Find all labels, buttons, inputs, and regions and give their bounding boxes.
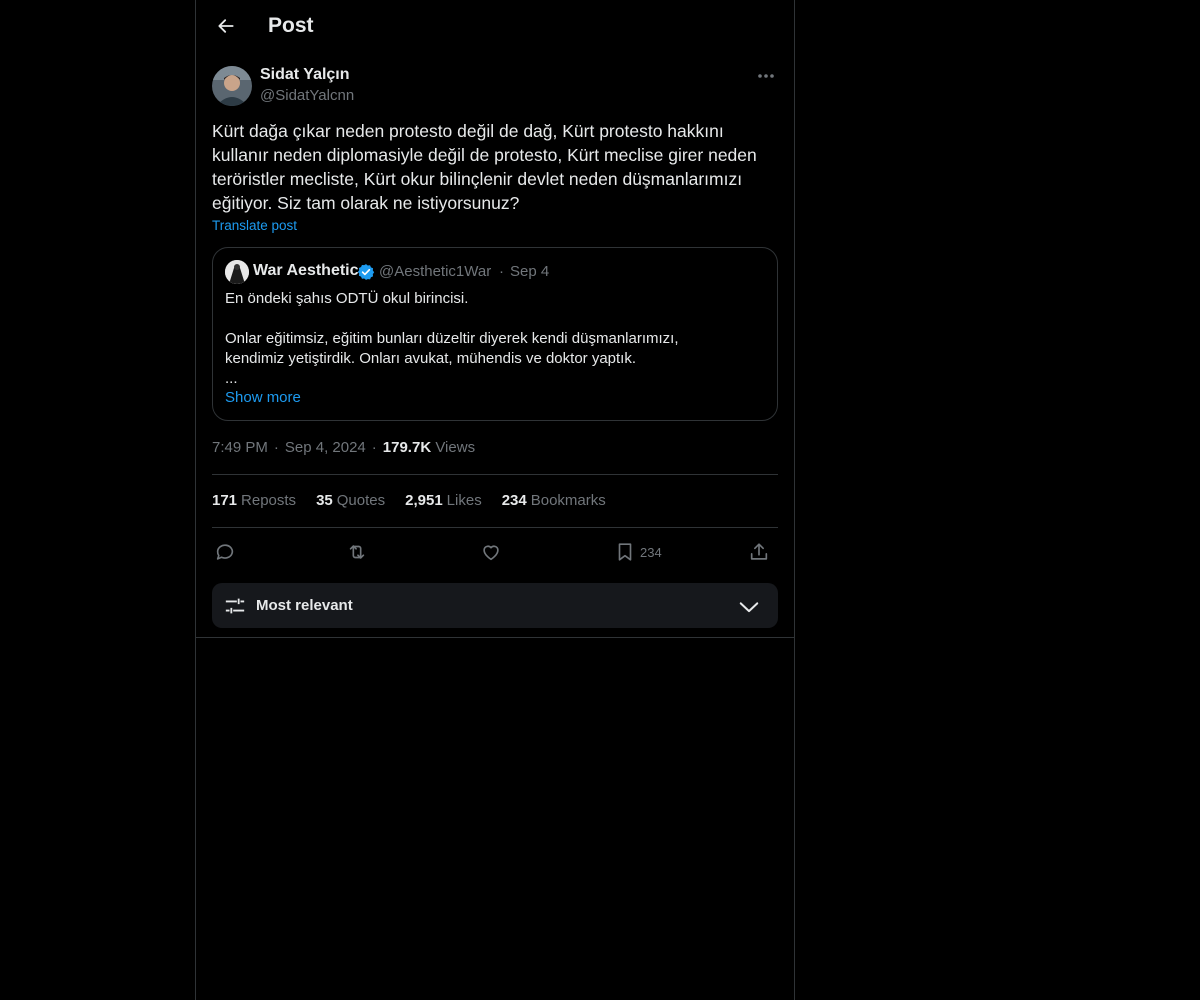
more-options-button[interactable] — [754, 64, 778, 88]
quotes-label: Quotes — [336, 492, 386, 509]
quotes-stat[interactable]: 35 Quotes — [316, 492, 385, 509]
reply-icon — [216, 544, 234, 560]
quoted-post[interactable]: War Aesthetic @Aesthetic1War · Sep 4 En … — [212, 247, 778, 421]
repost-icon — [349, 545, 365, 559]
meta-separator: · — [371, 439, 377, 456]
share-button[interactable] — [748, 536, 770, 568]
author-handle[interactable]: @SidatYalcnn — [260, 87, 354, 104]
likes-label: Likes — [446, 492, 482, 509]
page-title: Post — [268, 14, 314, 37]
post-text: Kürt dağa çıkar neden protesto değil de … — [212, 121, 757, 213]
bookmarks-count: 234 — [501, 492, 527, 509]
post-actions: 234 — [212, 536, 778, 568]
quote-line: kendimiz yetiştirdik. Onları avukat, müh… — [225, 350, 637, 367]
like-button[interactable] — [480, 536, 502, 568]
bookmarks-stat[interactable]: 234 Bookmarks — [502, 492, 606, 509]
reposts-stat[interactable]: 171 Reposts — [212, 492, 296, 509]
show-more-link[interactable]: Show more — [225, 389, 301, 406]
quote-avatar — [225, 260, 249, 284]
bookmark-count: 234 — [640, 544, 662, 560]
reposts-count: 171 — [212, 492, 238, 509]
post-meta: 7:49 PM · Sep 4, 2024 · 179.7K Views — [212, 439, 475, 456]
sliders-icon — [225, 598, 245, 614]
post-date[interactable]: Sep 4, 2024 — [285, 439, 366, 456]
section-divider — [196, 637, 794, 638]
sort-replies-dropdown[interactable]: Most relevant — [212, 583, 778, 628]
quote-line: En öndeki şahıs ODTÜ okul birincisi. — [225, 290, 469, 307]
post-time[interactable]: 7:49 PM — [212, 439, 268, 456]
reply-button[interactable] — [214, 536, 236, 568]
views-count: 179.7K — [382, 439, 432, 456]
heart-icon — [483, 545, 499, 561]
post-stats: 171 Reposts 35 Quotes 2,951 Likes 234 Bookma… — [212, 492, 606, 509]
chevron-down-icon — [739, 602, 759, 613]
quote-separator: · — [499, 263, 504, 280]
bookmark-button[interactable]: 234 — [614, 536, 662, 568]
quote-line: ... — [225, 370, 238, 387]
quotes-count: 35 — [316, 492, 333, 509]
quote-text: En öndeki şahıs ODTÜ okul birincisi. Onl… — [225, 289, 765, 389]
more-horizontal-icon — [758, 74, 774, 78]
arrow-left-icon — [218, 19, 234, 33]
sort-label: Most relevant — [256, 597, 353, 614]
author-avatar[interactable] — [212, 66, 252, 106]
reposts-label: Reposts — [241, 492, 297, 509]
page-header: Post — [196, 0, 794, 53]
views-label: Views — [435, 439, 476, 456]
author-name[interactable]: Sidat Yalçın — [260, 66, 350, 84]
likes-count: 2,951 — [405, 492, 443, 509]
divider — [212, 527, 778, 528]
verified-badge-icon — [357, 264, 375, 280]
bookmarks-label: Bookmarks — [530, 492, 606, 509]
divider — [212, 474, 778, 475]
post-column: Post Sidat Yalçın @SidatYalcnn Kürt dağa… — [195, 0, 795, 1000]
quote-line: Onlar eğitimsiz, eğitim bunları düzeltir… — [225, 330, 679, 347]
quote-date: Sep 4 — [510, 263, 550, 280]
quote-author-name: War Aesthetic — [253, 262, 359, 279]
share-icon — [750, 543, 768, 560]
bookmark-icon — [618, 543, 632, 561]
translate-post-link[interactable]: Translate post — [212, 218, 297, 233]
quote-line — [225, 309, 765, 329]
back-button[interactable] — [208, 8, 244, 44]
quote-author-handle: @Aesthetic1War — [379, 263, 492, 280]
meta-separator: · — [273, 439, 279, 456]
repost-button[interactable] — [346, 536, 368, 568]
likes-stat[interactable]: 2,951 Likes — [405, 492, 482, 509]
post-author: Sidat Yalçın @SidatYalcnn — [212, 64, 778, 108]
